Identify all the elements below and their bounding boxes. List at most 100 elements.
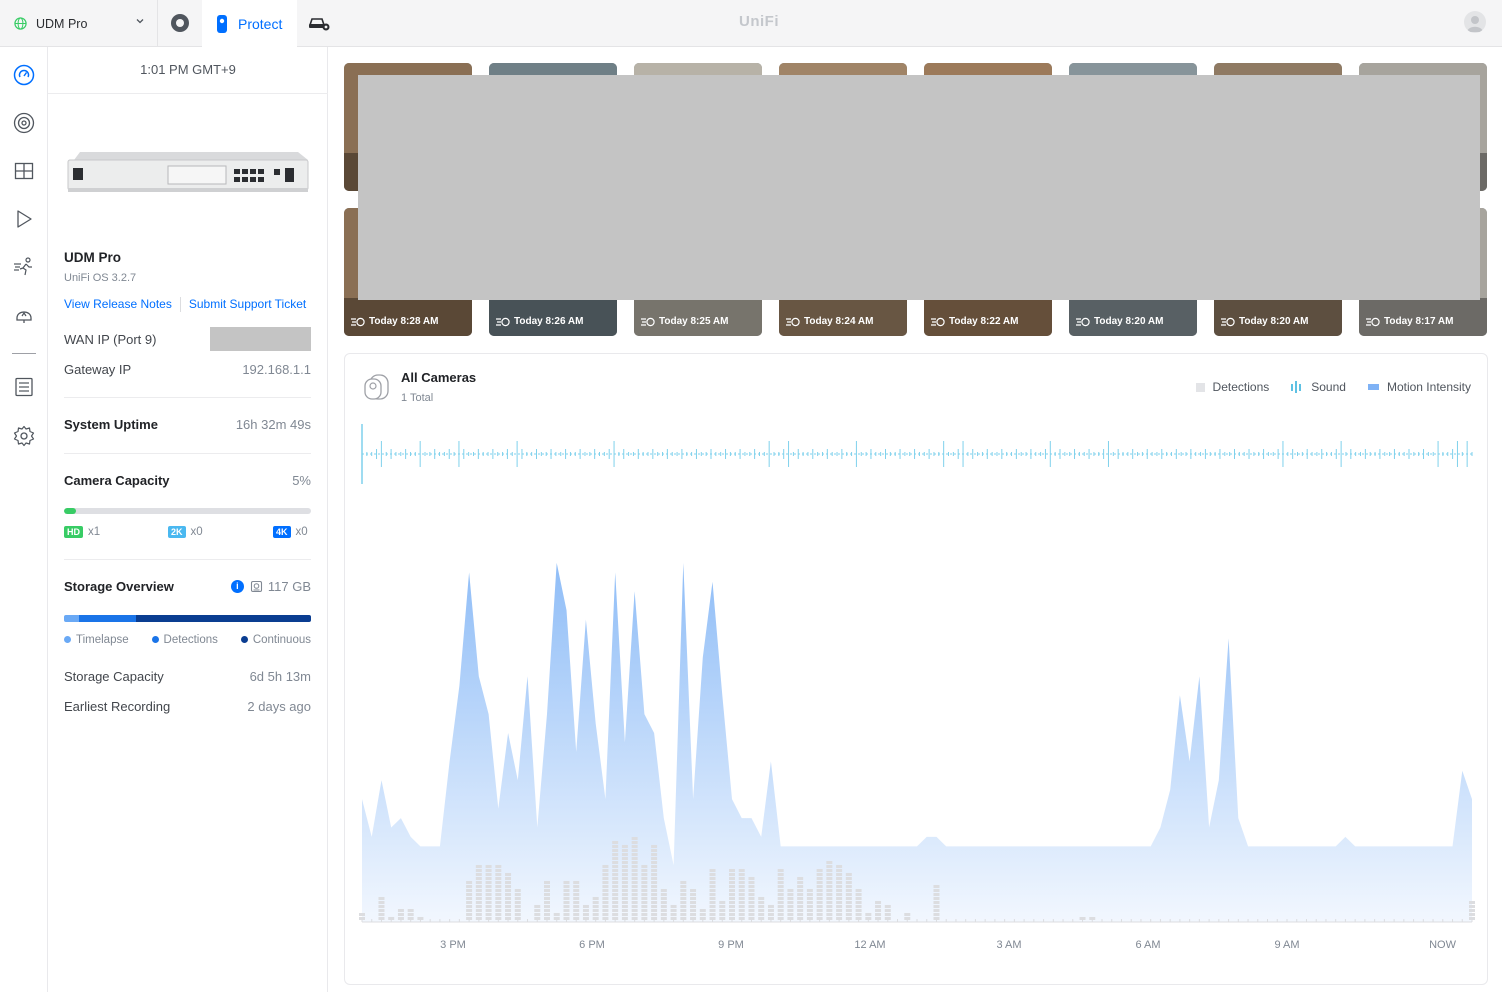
detection-bar bbox=[836, 897, 843, 900]
detection-bar bbox=[485, 893, 492, 896]
detection-bar bbox=[631, 857, 638, 860]
detection-bar bbox=[660, 897, 667, 900]
thumbnail-label: Today 8:22 AM bbox=[931, 316, 1018, 327]
nav-logs[interactable] bbox=[12, 375, 36, 399]
detection-bar bbox=[670, 913, 677, 916]
detection-bar bbox=[573, 913, 580, 916]
nav-settings[interactable] bbox=[12, 424, 36, 448]
detection-bar bbox=[621, 861, 628, 864]
detection-bar bbox=[475, 885, 482, 888]
detection-bar bbox=[651, 873, 658, 876]
camera-capacity-bar bbox=[64, 508, 311, 514]
thumbnail-label: Today 8:26 AM bbox=[496, 316, 583, 327]
detection-bar bbox=[855, 901, 862, 904]
detection-bar bbox=[485, 873, 492, 876]
detection-bar bbox=[826, 873, 833, 876]
detection-bar bbox=[475, 873, 482, 876]
nav-divider bbox=[12, 353, 36, 354]
detection-bar bbox=[378, 913, 385, 916]
nav-detections[interactable] bbox=[12, 255, 36, 279]
detection-bar bbox=[631, 913, 638, 916]
detection-bar bbox=[767, 913, 774, 916]
detection-bar bbox=[797, 901, 804, 904]
nav-dashboard[interactable] bbox=[12, 63, 36, 87]
detection-bar bbox=[495, 901, 502, 904]
detection-bar bbox=[563, 905, 570, 908]
x-tick-label: 3 AM bbox=[996, 939, 1021, 951]
detection-bar bbox=[690, 893, 697, 896]
motion-icon bbox=[931, 317, 945, 326]
camera-capacity-row: Camera Capacity 5% bbox=[64, 473, 311, 488]
nav-liveview[interactable] bbox=[12, 159, 36, 183]
nav-cameras[interactable] bbox=[12, 111, 36, 135]
nav-alarms[interactable] bbox=[12, 303, 36, 327]
res-4k: 4K x0 bbox=[273, 526, 308, 538]
detection-bar bbox=[933, 889, 940, 892]
detection-bar bbox=[602, 905, 609, 908]
chevron-down-icon bbox=[136, 19, 144, 24]
info-icon[interactable]: i bbox=[230, 580, 244, 593]
res-hd: HD x1 bbox=[64, 526, 100, 538]
detection-bar bbox=[621, 909, 628, 912]
console-selector[interactable]: UDM Pro bbox=[0, 0, 158, 47]
detection-bar bbox=[806, 913, 813, 916]
detection-bar bbox=[680, 893, 687, 896]
detection-bar bbox=[709, 877, 716, 880]
tab-protect[interactable]: Protect bbox=[202, 0, 297, 47]
detection-bar bbox=[485, 897, 492, 900]
udm-pro-device-image bbox=[67, 152, 309, 192]
detection-bar bbox=[875, 901, 882, 904]
detection-bar bbox=[466, 897, 473, 900]
storage-legend: Timelapse Detections Continuous bbox=[64, 634, 311, 646]
nav-recordings[interactable] bbox=[12, 207, 36, 231]
detection-bar bbox=[748, 897, 755, 900]
detection-bar bbox=[855, 889, 862, 892]
detection-bar bbox=[797, 877, 804, 880]
detection-bar bbox=[826, 877, 833, 880]
x-tick-label: NOW bbox=[1429, 939, 1457, 951]
detection-bar bbox=[631, 889, 638, 892]
detection-bar bbox=[407, 909, 414, 912]
4k-badge: 4K bbox=[273, 526, 291, 538]
detection-bar bbox=[680, 913, 687, 916]
detection-bar bbox=[563, 885, 570, 888]
detection-bar bbox=[816, 877, 823, 880]
detection-bar bbox=[495, 869, 502, 872]
detection-bar bbox=[631, 873, 638, 876]
detection-bar bbox=[631, 881, 638, 884]
detection-bar bbox=[933, 901, 940, 904]
network-app-icon[interactable] bbox=[168, 11, 192, 35]
detection-bar bbox=[544, 885, 550, 888]
activity-chart[interactable]: 3 PM 6 PM 9 PM 12 AM 3 AM 6 AM 9 AM NOW bbox=[345, 354, 1489, 986]
detection-bar bbox=[709, 897, 716, 900]
detection-bar bbox=[729, 885, 735, 888]
detection-bar bbox=[631, 909, 638, 912]
detection-bar bbox=[660, 913, 667, 916]
detection-bar bbox=[1469, 913, 1475, 916]
detection-bar bbox=[797, 893, 804, 896]
detection-bar bbox=[748, 877, 755, 880]
unifi-logo: UniFi bbox=[739, 13, 779, 30]
detection-bar bbox=[612, 861, 619, 864]
detection-bar bbox=[563, 893, 570, 896]
detection-bar bbox=[670, 909, 677, 912]
uptime-value: 16h 32m 49s bbox=[235, 417, 311, 432]
detection-bar bbox=[680, 905, 687, 908]
detection-bar bbox=[884, 905, 891, 908]
release-notes-link[interactable]: View Release Notes bbox=[64, 297, 172, 312]
detection-bar bbox=[845, 873, 852, 876]
activity-card: All Cameras 1 Total Detections Sound Mot… bbox=[344, 353, 1488, 985]
legend-detections: Detections bbox=[151, 634, 218, 646]
detection-bar bbox=[729, 913, 735, 916]
vehicle-settings-icon[interactable] bbox=[307, 11, 331, 35]
detection-bar bbox=[729, 905, 735, 908]
avatar[interactable] bbox=[1464, 11, 1486, 33]
support-ticket-link[interactable]: Submit Support Ticket bbox=[189, 297, 306, 312]
detection-bar bbox=[826, 869, 833, 872]
detection-bar bbox=[748, 913, 755, 916]
detection-bar bbox=[466, 909, 473, 912]
detection-bar bbox=[690, 897, 697, 900]
detection-bar bbox=[690, 889, 697, 892]
detection-bar bbox=[690, 913, 697, 916]
detection-bar bbox=[641, 881, 648, 884]
